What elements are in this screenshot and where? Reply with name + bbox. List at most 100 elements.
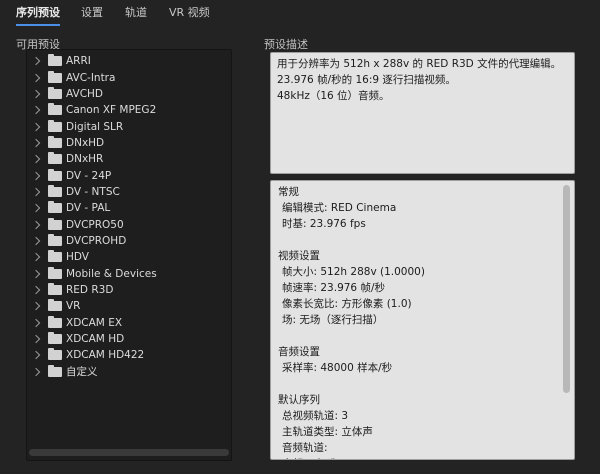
folder-icon [48,364,62,377]
horizontal-scrollbar[interactable] [29,449,229,456]
vertical-scrollbar[interactable] [563,185,570,393]
folder-icon [48,217,62,230]
preset-folder-row[interactable]: 自定义 [27,364,231,380]
chevron-right-icon[interactable] [31,269,41,278]
details-line: 视频设置 [278,250,320,262]
details-line: 常规 [278,186,299,198]
preset-folder-row[interactable]: DNxHD [27,135,231,151]
details-line: 音频1: 标准 [278,456,558,459]
preset-folder-label: AVC-Intra [66,71,116,84]
chevron-right-icon[interactable] [31,367,41,376]
details-line: 时基: 23.976 fps [282,218,366,230]
chevron-right-icon[interactable] [31,204,41,213]
preset-folder-row[interactable]: DV - PAL [27,200,231,216]
details-spacer [278,328,558,344]
preset-folder-label: XDCAM HD422 [66,349,145,362]
chevron-right-icon[interactable] [31,73,41,82]
preset-folder-row[interactable]: RED R3D [27,282,231,298]
chevron-right-icon[interactable] [31,89,41,99]
preset-folder-row[interactable]: XDCAM EX [27,315,231,331]
folder-icon [48,184,62,197]
details-line: 像素长宽比: 方形像素 (1.0) [282,298,412,310]
preset-folder-row[interactable]: DVCPRO50 [27,216,231,232]
folder-icon [48,299,62,312]
preset-folder-row[interactable]: DV - 24P [27,167,231,183]
chevron-right-icon[interactable] [31,171,41,180]
folder-icon [48,119,62,132]
details-line: 场: 无场（逐行扫描） [282,314,384,326]
preset-folder-row[interactable]: AVCHD [27,86,231,102]
description-line: 用于分辨率为 512h x 288v 的 RED R3D 文件的代理编辑。 [277,58,562,70]
preset-folder-row[interactable]: XDCAM HD422 [27,347,231,363]
folder-icon [48,348,62,361]
preset-folder-label: XDCAM EX [66,316,123,329]
preset-folder-row[interactable]: AVC-Intra [27,69,231,85]
chevron-right-icon[interactable] [31,334,41,344]
folder-icon [48,233,62,246]
chevron-right-icon[interactable] [31,154,41,164]
preset-description-box: 用于分辨率为 512h x 288v 的 RED R3D 文件的代理编辑。 23… [270,52,575,174]
chevron-right-icon[interactable] [31,302,41,311]
chevron-right-icon[interactable] [31,187,41,197]
tab-tracks[interactable]: 轨道 [125,6,147,24]
preset-folder-row[interactable]: HDV [27,249,231,265]
folder-icon [48,152,62,165]
preset-tree-panel: ARRI AVC-Intra AVCHD Canon XF MPEG2 Digital … [26,49,232,461]
preset-folder-row[interactable]: ARRI [27,53,231,69]
details-line: 编辑模式: RED Cinema [282,202,397,214]
folder-icon [48,282,62,295]
chevron-right-icon[interactable] [31,220,41,229]
details-line: 音频设置 [278,346,320,358]
preset-tree: ARRI AVC-Intra AVCHD Canon XF MPEG2 Digital … [27,53,231,380]
chevron-right-icon[interactable] [31,105,41,115]
tab-sequence-presets[interactable]: 序列预设 [16,6,60,26]
folder-icon [48,201,62,214]
preset-folder-label: RED R3D [66,283,114,296]
chevron-right-icon[interactable] [31,56,41,66]
folder-icon [48,315,62,328]
preset-folder-label: Digital SLR [66,120,124,133]
preset-folder-label: Canon XF MPEG2 [66,104,157,117]
folder-icon [48,103,62,116]
tab-vr-video[interactable]: VR 视频 [169,6,210,24]
preset-folder-row[interactable]: Canon XF MPEG2 [27,102,231,118]
description-line: 48kHz（16 位）音频。 [277,90,390,102]
preset-description-label: 预设描述 [264,38,308,51]
preset-folder-label: VR [66,300,81,313]
chevron-right-icon[interactable] [31,122,41,131]
chevron-right-icon[interactable] [31,253,41,262]
preset-folder-row[interactable]: Mobile & Devices [27,265,231,281]
description-line: 23.976 帧/秒的 16:9 逐行扫描视频。 [277,74,456,86]
chevron-right-icon[interactable] [31,351,41,360]
details-spacer [278,376,558,392]
details-line: 帧速率: 23.976 帧/秒 [282,282,385,294]
details-line: 音频轨道: [282,442,328,454]
chevron-right-icon[interactable] [31,236,41,246]
preset-folder-row[interactable]: Digital SLR [27,118,231,134]
folder-icon [48,266,62,279]
folder-icon [48,135,62,148]
preset-folder-row[interactable]: DNxHR [27,151,231,167]
preset-folder-row[interactable]: XDCAM HD [27,331,231,347]
preset-folder-row[interactable]: DV - NTSC [27,184,231,200]
tab-bar: 序列预设 设置 轨道 VR 视频 [0,0,600,26]
details-line: 总视频轨道: 3 [282,410,349,422]
preset-folder-label: DVCPROHD [66,234,127,247]
details-line: 帧大小: 512h 288v (1.0000) [282,266,425,278]
chevron-right-icon[interactable] [31,138,41,148]
folder-icon [48,250,62,263]
chevron-right-icon[interactable] [31,318,41,327]
preset-folder-label: DV - NTSC [66,185,120,198]
details-spacer [278,232,558,248]
preset-folder-label: Mobile & Devices [66,267,157,280]
preset-folder-label: DVCPRO50 [66,218,124,231]
chevron-right-icon[interactable] [31,285,41,295]
folder-icon [48,54,62,67]
preset-folder-row[interactable]: DVCPROHD [27,233,231,249]
details-line: 默认序列 [278,394,320,406]
tab-settings[interactable]: 设置 [81,6,103,24]
preset-details-box: 常规编辑模式: RED Cinema 时基: 23.976 fps 视频设置帧大小:… [270,180,575,460]
folder-icon [48,86,62,99]
details-line: 主轨道类型: 立体声 [282,426,373,438]
preset-folder-row[interactable]: VR [27,298,231,314]
